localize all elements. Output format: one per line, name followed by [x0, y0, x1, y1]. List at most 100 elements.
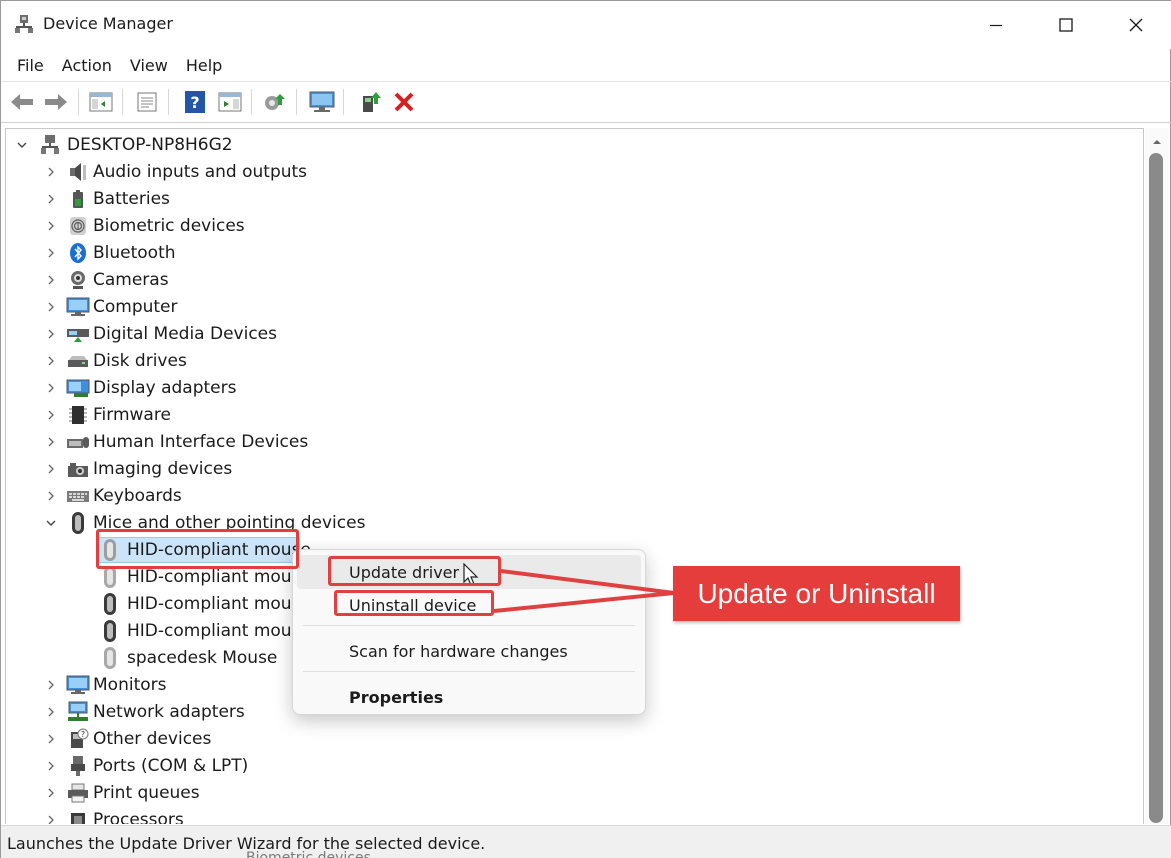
chevron-right-icon[interactable] [44, 327, 58, 341]
update-driver-button[interactable] [356, 87, 386, 117]
chevron-right-icon[interactable] [44, 273, 58, 287]
media-device-icon [66, 322, 90, 346]
menu-separator [303, 671, 635, 672]
category-label: Monitors [93, 674, 167, 695]
toolbar-separator [122, 89, 123, 115]
device-label: HID-compliant mouse [127, 620, 311, 641]
category-label: Biometric devices [93, 215, 245, 236]
toolbar-separator [78, 89, 79, 115]
chevron-right-icon[interactable] [44, 813, 58, 825]
properties-menu-item[interactable]: Properties [297, 680, 641, 714]
chevron-right-icon[interactable] [44, 489, 58, 503]
computer-monitor-icon [66, 295, 90, 319]
show-hide-console-tree-button[interactable] [86, 87, 116, 117]
monitor-icon [66, 673, 90, 697]
tree-category[interactable]: Bluetooth [44, 239, 176, 266]
close-button[interactable] [1101, 1, 1171, 49]
tree-category[interactable]: Digital Media Devices [44, 320, 277, 347]
device-tree[interactable]: DESKTOP-NP8H6G2 Audio inputs and outputs… [5, 128, 1144, 824]
minimize-button[interactable] [961, 1, 1031, 49]
action-pane-icon [218, 92, 242, 112]
toolbar-separator [251, 89, 252, 115]
toolbar-separator [343, 89, 344, 115]
category-label: Display adapters [93, 377, 237, 398]
tree-category[interactable]: ? Other devices [44, 725, 211, 752]
category-label: Audio inputs and outputs [93, 161, 308, 182]
forward-button[interactable] [41, 87, 71, 117]
category-label: Keyboards [93, 485, 182, 506]
menu-action[interactable]: Action [53, 52, 121, 80]
chevron-right-icon[interactable] [44, 759, 58, 773]
chevron-right-icon[interactable] [44, 462, 58, 476]
tree-category[interactable]: Network adapters [44, 698, 245, 725]
tree-root[interactable]: DESKTOP-NP8H6G2 [15, 131, 233, 158]
tree-category[interactable]: Firmware [44, 401, 171, 428]
toolbar-separator [168, 89, 169, 115]
chevron-right-icon[interactable] [44, 786, 58, 800]
category-label: Network adapters [93, 701, 245, 722]
help-button[interactable]: ? [180, 87, 210, 117]
title-bar[interactable]: Device Manager [1, 1, 1171, 49]
computer-view-button[interactable] [307, 87, 337, 117]
tree-category[interactable]: Human Interface Devices [44, 428, 308, 455]
scan-hardware-menu-item[interactable]: Scan for hardware changes [297, 634, 641, 668]
tree-category[interactable]: Batteries [44, 185, 170, 212]
device-manager-window: Device Manager File Action View Help ? D… [0, 0, 1171, 858]
tree-category[interactable]: Audio inputs and outputs [44, 158, 307, 185]
device-label: HID-compliant mouse [127, 593, 311, 614]
network-adapter-icon [66, 700, 90, 724]
device-label: HID-compliant mouse [127, 566, 311, 587]
tree-category[interactable]: Imaging devices [44, 455, 232, 482]
tree-category[interactable]: Processors [44, 806, 184, 824]
menu-bar: File Action View Help [1, 52, 1171, 80]
chevron-down-icon[interactable] [15, 138, 29, 152]
chevron-right-icon[interactable] [44, 192, 58, 206]
chevron-right-icon[interactable] [44, 354, 58, 368]
tree-category[interactable]: Monitors [44, 671, 166, 698]
chevron-right-icon[interactable] [44, 165, 58, 179]
mouse-icon [98, 592, 122, 616]
menu-file[interactable]: File [1, 52, 53, 80]
maximize-button[interactable] [1031, 1, 1101, 49]
action-pane-button[interactable] [215, 87, 245, 117]
tree-category[interactable]: Disk drives [44, 347, 187, 374]
chevron-down-icon[interactable] [44, 516, 58, 530]
scroll-up-arrow-icon[interactable] [1150, 133, 1164, 145]
chevron-right-icon[interactable] [44, 381, 58, 395]
tree-category[interactable]: Display adapters [44, 374, 236, 401]
chevron-right-icon[interactable] [44, 732, 58, 746]
processor-icon [66, 808, 90, 824]
toolbar-separator [296, 89, 297, 115]
scrollbar-thumb[interactable] [1149, 153, 1163, 823]
bluetooth-icon [66, 241, 90, 265]
window-title: Device Manager [43, 14, 173, 33]
menubar-divider [1, 81, 1171, 82]
tree-category[interactable]: Print queues [44, 779, 200, 806]
printer-icon [66, 781, 90, 805]
tree-category[interactable]: Biometric devices [44, 212, 245, 239]
chevron-right-icon[interactable] [44, 408, 58, 422]
tree-device[interactable]: HID-compliant mouse [6, 617, 311, 644]
tree-category[interactable]: Keyboards [44, 482, 182, 509]
tree-device[interactable]: spacedesk Mouse [6, 644, 306, 671]
tree-category[interactable]: Cameras [44, 266, 169, 293]
properties-sheet-icon [137, 92, 157, 112]
properties-button[interactable] [132, 87, 162, 117]
chevron-right-icon[interactable] [44, 435, 58, 449]
toolbar: ? [1, 83, 1171, 121]
tree-category[interactable]: Computer [44, 293, 178, 320]
chevron-right-icon[interactable] [44, 678, 58, 692]
category-label: Other devices [93, 728, 212, 749]
chevron-right-icon[interactable] [44, 300, 58, 314]
chevron-right-icon[interactable] [44, 246, 58, 260]
menu-view[interactable]: View [121, 52, 177, 80]
chevron-right-icon[interactable] [44, 219, 58, 233]
menu-help[interactable]: Help [177, 52, 231, 80]
scan-hardware-button[interactable] [260, 87, 290, 117]
back-button[interactable] [7, 87, 37, 117]
tree-device[interactable]: HID-compliant mouse [6, 590, 311, 617]
chevron-right-icon[interactable] [44, 705, 58, 719]
uninstall-button[interactable] [389, 87, 419, 117]
tree-category[interactable]: Ports (COM & LPT) [44, 752, 248, 779]
properties-label: Properties [349, 687, 444, 707]
